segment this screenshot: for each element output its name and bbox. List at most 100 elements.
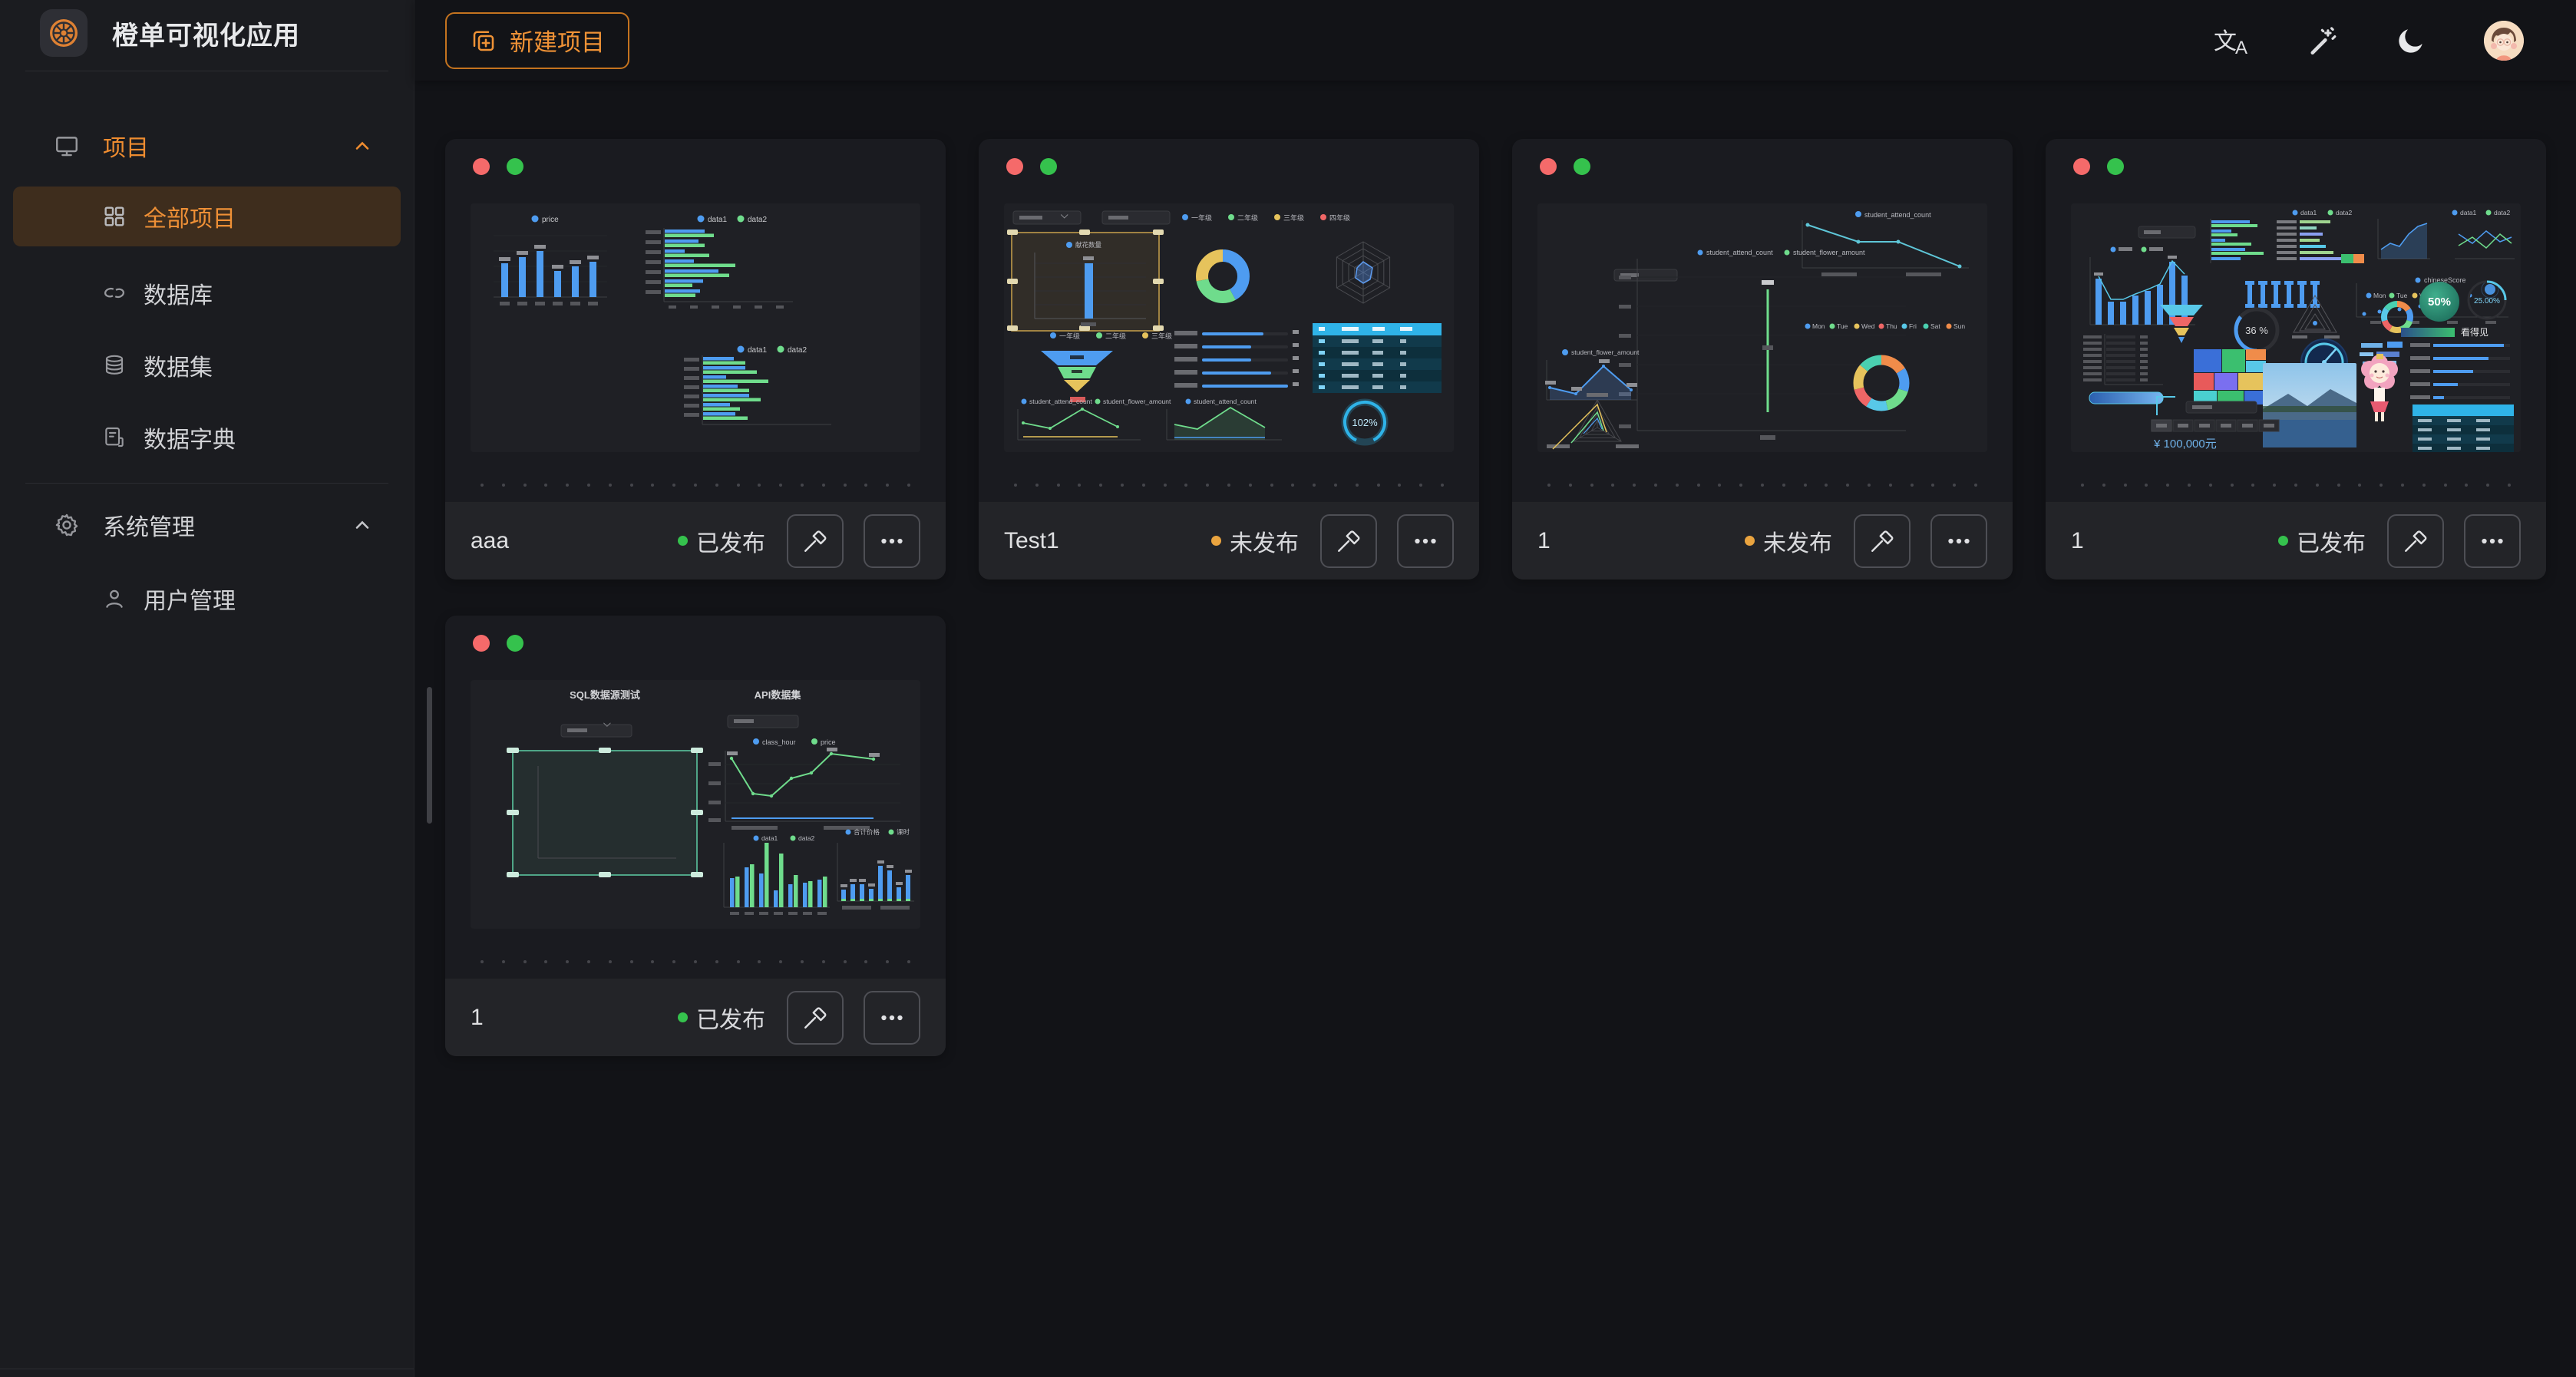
ellipsis-icon (878, 1004, 906, 1032)
project-title: Test1 (1004, 528, 1059, 554)
ellipsis-icon (1412, 527, 1439, 555)
project-thumbnail[interactable]: student_attend_count student_attend_coun… (1537, 203, 1987, 452)
red-dot (1006, 158, 1023, 175)
project-thumbnail[interactable]: data1 data2 (2071, 203, 2521, 452)
card-footer: aaa 已发布 (445, 502, 946, 580)
sidebar-nav: 项目 全部项目 数据库 (0, 119, 414, 629)
status-badge: 已发布 (678, 524, 765, 558)
sidebar-section-system[interactable]: 系统管理 (13, 502, 401, 548)
svg-text:合计价格: 合计价格 (854, 828, 880, 836)
sidebar-item-all-projects[interactable]: 全部项目 (13, 187, 401, 246)
red-dot (473, 158, 490, 175)
more-actions-button[interactable] (864, 991, 920, 1045)
svg-text:student_attend_count: student_attend_count (1706, 249, 1773, 256)
project-thumbnail[interactable]: SQL数据源测试 API数据集 class_hour price (471, 680, 920, 929)
project-thumbnail[interactable]: 献花数量 一年级 二年级 三年级 四年级 (1004, 203, 1454, 452)
svg-text:102%: 102% (1352, 417, 1378, 428)
status-label: 未发布 (1230, 524, 1299, 558)
svg-text:data1: data1 (2460, 209, 2477, 216)
svg-text:data2: data2 (798, 834, 815, 842)
svg-text:price: price (542, 216, 559, 224)
green-dot (507, 635, 523, 652)
app-title: 橙单可视化应用 (112, 15, 300, 52)
svg-text:API数据集: API数据集 (755, 689, 802, 701)
sidebar-item-label: 全部项目 (144, 200, 236, 233)
chevron-up-icon (352, 514, 373, 536)
magic-wand-icon[interactable] (2306, 25, 2338, 57)
sidebar-item-data-dictionary[interactable]: 数据字典 (13, 408, 401, 467)
pager-dots (1547, 484, 1977, 487)
edit-project-button[interactable] (1320, 514, 1377, 568)
sidebar-item-label: 数据字典 (144, 421, 236, 454)
window-dots (2073, 158, 2124, 175)
sidebar-item-label: 数据库 (144, 276, 213, 310)
project-card: price data1 data2 (445, 139, 946, 580)
project-card: SQL数据源测试 API数据集 class_hour price (445, 616, 946, 1056)
sidebar-item-user-management[interactable]: 用户管理 (13, 569, 401, 629)
status-dot (678, 1012, 688, 1022)
more-actions-button[interactable] (1397, 514, 1454, 568)
project-card: student_attend_count student_attend_coun… (1512, 139, 2013, 580)
link-icon (102, 281, 127, 305)
scrollbar-thumb[interactable] (427, 687, 432, 824)
pager-dots (1014, 484, 1444, 487)
project-title: aaa (471, 528, 509, 554)
svg-text:Wed: Wed (1861, 322, 1875, 330)
svg-text:SQL数据源测试: SQL数据源测试 (570, 689, 640, 701)
sidebar-item-database[interactable]: 数据库 (13, 263, 401, 323)
sidebar-item-dataset[interactable]: 数据集 (13, 335, 401, 395)
status-badge: 未发布 (1211, 524, 1299, 558)
red-dot (2073, 158, 2090, 175)
card-footer: Test1 未发布 (979, 502, 1479, 580)
ellipsis-icon (2479, 527, 2506, 555)
sidebar-item-label: 用户管理 (144, 582, 236, 616)
red-dot (473, 635, 490, 652)
svg-text:二年级: 二年级 (1105, 332, 1126, 340)
gear-icon (54, 512, 80, 538)
dark-mode-moon-icon[interactable] (2395, 25, 2427, 57)
hammer-icon (1335, 527, 1362, 555)
user-icon (102, 586, 127, 611)
status-dot (2278, 536, 2288, 546)
svg-text:Sat: Sat (1930, 322, 1940, 330)
new-project-button[interactable]: 新建项目 (445, 12, 629, 69)
sidebar-section-projects[interactable]: 项目 (13, 119, 401, 173)
edit-project-button[interactable] (1854, 514, 1911, 568)
svg-text:price: price (821, 738, 836, 746)
orange-wheel-icon (48, 17, 80, 49)
svg-text:class_hour: class_hour (762, 738, 796, 746)
app-root: 橙单可视化应用 项目 全部项目 (0, 0, 2576, 1377)
edit-project-button[interactable] (2387, 514, 2444, 568)
sidebar-header: 橙单可视化应用 (0, 0, 414, 60)
svg-text:献花数量: 献花数量 (1075, 241, 1102, 249)
red-dot (1540, 158, 1557, 175)
status-label: 已发布 (696, 524, 765, 558)
more-actions-button[interactable] (2464, 514, 2521, 568)
hammer-icon (2402, 527, 2429, 555)
app-logo (40, 9, 88, 57)
copy-plus-icon (470, 27, 497, 54)
more-actions-button[interactable] (864, 514, 920, 568)
edit-project-button[interactable] (787, 514, 844, 568)
chevron-up-icon (352, 135, 373, 157)
card-footer: 1 已发布 (445, 979, 946, 1056)
sidebar-divider (25, 483, 388, 484)
green-dot (2107, 158, 2124, 175)
new-project-label: 新建项目 (510, 23, 605, 58)
document-icon (102, 425, 127, 450)
status-dot (1211, 536, 1221, 546)
project-title: 1 (2071, 528, 2084, 554)
sidebar-section-label: 系统管理 (103, 508, 195, 542)
edit-project-button[interactable] (787, 991, 844, 1045)
hammer-icon (1868, 527, 1896, 555)
svg-text:data1: data1 (2300, 209, 2317, 216)
avatar[interactable] (2484, 21, 2524, 61)
svg-text:三年级: 三年级 (1151, 332, 1172, 340)
more-actions-button[interactable] (1930, 514, 1987, 568)
status-label: 未发布 (1763, 524, 1832, 558)
status-badge: 已发布 (678, 1001, 765, 1035)
project-thumbnail[interactable]: price data1 data2 (471, 203, 920, 452)
language-icon[interactable]: 文 A (2214, 24, 2249, 58)
ellipsis-icon (1945, 527, 1973, 555)
status-dot (1745, 536, 1755, 546)
